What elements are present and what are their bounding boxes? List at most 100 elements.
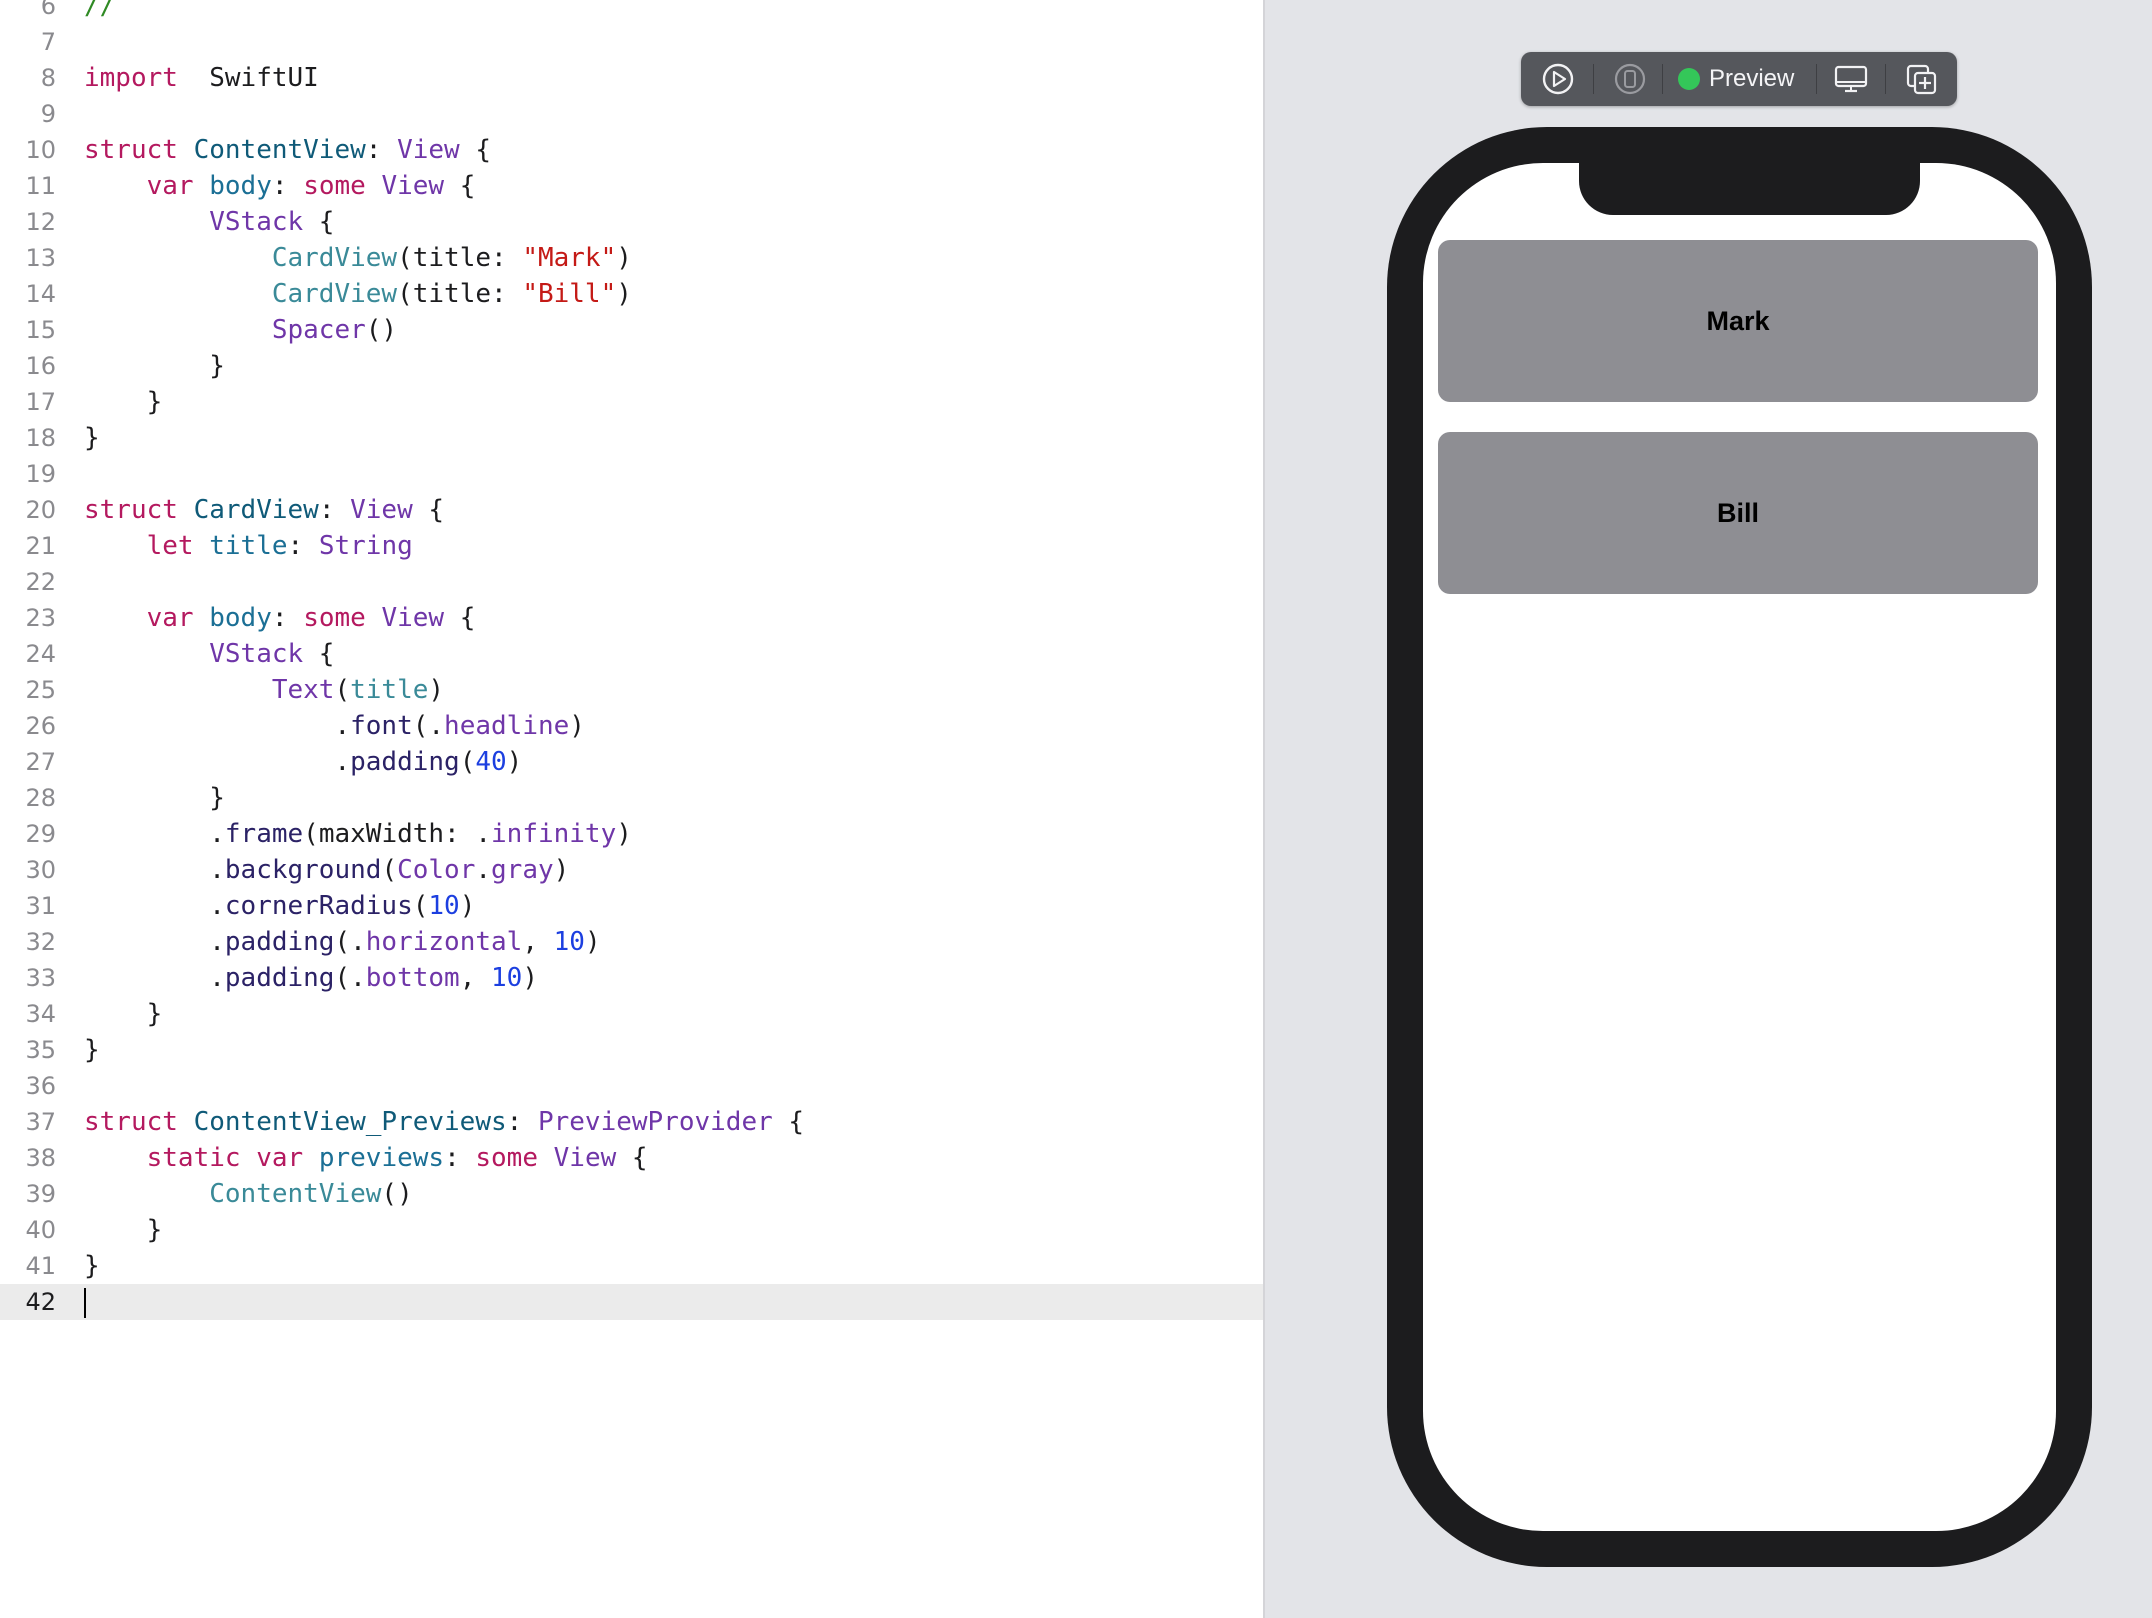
code-token: Color	[397, 855, 476, 885]
code-token: .	[84, 963, 225, 993]
code-line[interactable]: 21 let title: String	[0, 528, 1263, 564]
code-text: .frame(maxWidth: .infinity)	[84, 816, 632, 852]
code-token: (.	[334, 927, 366, 957]
code-token: (	[381, 855, 398, 885]
code-line[interactable]: 14 CardView(title: "Bill")	[0, 276, 1263, 312]
code-line[interactable]: 13 CardView(title: "Mark")	[0, 240, 1263, 276]
code-line[interactable]: 29 .frame(maxWidth: .infinity)	[0, 816, 1263, 852]
code-line[interactable]: 30 .background(Color.gray)	[0, 852, 1263, 888]
code-text: Spacer()	[84, 312, 397, 348]
code-token: )	[522, 963, 538, 993]
code-line[interactable]: 35}	[0, 1032, 1263, 1068]
code-token: }	[84, 999, 163, 1029]
code-token: )	[459, 891, 476, 921]
code-line[interactable]: 10 struct ContentView: View {	[0, 132, 1263, 168]
preview-label: Preview	[1709, 65, 1795, 92]
code-line[interactable]: 39 ContentView()	[0, 1176, 1263, 1212]
code-token: cornerRadius	[224, 891, 413, 921]
code-line[interactable]: 24 VStack {	[0, 636, 1263, 672]
code-text: .cornerRadius(10)	[84, 888, 475, 924]
code-token: )	[616, 819, 632, 849]
line-number: 8	[40, 64, 56, 92]
code-line[interactable]: 42	[0, 1284, 1263, 1320]
code-line[interactable]: 17 }	[0, 384, 1263, 420]
code-text: //	[84, 0, 115, 24]
line-number: 32	[25, 928, 56, 956]
code-token: var	[146, 603, 194, 633]
code-token: }	[84, 1035, 100, 1065]
code-token: String	[318, 531, 413, 561]
code-line[interactable]: 7	[0, 24, 1263, 60]
code-line[interactable]: 11 var body: some View {	[0, 168, 1263, 204]
line-number: 42	[25, 1288, 56, 1316]
code-line[interactable]: 8 import SwiftUI	[0, 60, 1263, 96]
line-number: 30	[25, 856, 56, 884]
code-text: }	[84, 348, 225, 384]
code-token: padding	[350, 747, 460, 777]
code-text: VStack {	[84, 204, 334, 240]
code-token: (.	[334, 963, 366, 993]
line-number: 21	[25, 532, 56, 560]
device-notch	[1579, 163, 1920, 215]
duplicate-preview-button[interactable]	[1903, 61, 1941, 97]
code-line[interactable]: 28 }	[0, 780, 1263, 816]
code-token: .	[84, 927, 225, 957]
code-line[interactable]: 32 .padding(.horizontal, 10)	[0, 924, 1263, 960]
code-line[interactable]: 41}	[0, 1248, 1263, 1284]
code-token: ,	[459, 963, 492, 993]
code-text	[84, 1284, 86, 1320]
inspect-preview-button[interactable]	[1832, 61, 1870, 97]
code-token: {	[459, 135, 492, 165]
code-token: var	[146, 171, 194, 201]
display-icon	[1834, 65, 1868, 93]
code-token: some	[303, 171, 366, 201]
code-token: (	[334, 675, 351, 705]
code-token: :	[444, 1143, 476, 1173]
code-token: }	[84, 423, 100, 453]
code-line[interactable]: 36	[0, 1068, 1263, 1104]
code-line[interactable]: 12 VStack {	[0, 204, 1263, 240]
code-line[interactable]: 22	[0, 564, 1263, 600]
code-line[interactable]: 20 struct CardView: View {	[0, 492, 1263, 528]
line-number: 35	[25, 1036, 56, 1064]
code-token: CardView	[271, 279, 398, 309]
code-line[interactable]: 27 .padding(40)	[0, 744, 1263, 780]
code-editor[interactable]: 6 // 7 8 import SwiftUI 9 10 struct ContentView…	[0, 0, 1263, 1618]
code-text: struct ContentView: View {	[84, 132, 491, 168]
line-number: 11	[25, 172, 56, 200]
code-text: var body: some View {	[84, 600, 476, 636]
code-token: :	[506, 1107, 538, 1137]
code-line[interactable]: 31 .cornerRadius(10)	[0, 888, 1263, 924]
code-text: CardView(title: "Bill")	[84, 276, 632, 312]
code-line[interactable]: 19	[0, 456, 1263, 492]
code-token: {	[772, 1107, 805, 1137]
code-line[interactable]: 25 Text(title)	[0, 672, 1263, 708]
text-cursor	[84, 1287, 86, 1318]
code-line[interactable]: 40 }	[0, 1212, 1263, 1248]
code-line[interactable]: 38 static var previews: some View {	[0, 1140, 1263, 1176]
code-line[interactable]: 18}	[0, 420, 1263, 456]
code-token: View	[381, 171, 445, 201]
code-line[interactable]: 33 .padding(.bottom, 10)	[0, 960, 1263, 996]
code-line[interactable]: 15 Spacer()	[0, 312, 1263, 348]
code-line[interactable]: 23 var body: some View {	[0, 600, 1263, 636]
code-line[interactable]: 37 struct ContentView_Previews: PreviewPr…	[0, 1104, 1263, 1140]
line-number: 26	[25, 712, 56, 740]
code-line[interactable]: 26 .font(.headline)	[0, 708, 1263, 744]
code-text: }	[84, 1248, 100, 1284]
line-number: 37	[25, 1108, 56, 1136]
line-number: 24	[25, 640, 56, 668]
code-token: .	[84, 855, 225, 885]
preview-status[interactable]: Preview	[1521, 52, 1811, 106]
code-text: }	[84, 384, 163, 420]
code-line[interactable]: 9	[0, 96, 1263, 132]
code-line[interactable]: 6 //	[0, 0, 1263, 24]
code-line[interactable]: 34 }	[0, 996, 1263, 1032]
code-line[interactable]: 16 }	[0, 348, 1263, 384]
